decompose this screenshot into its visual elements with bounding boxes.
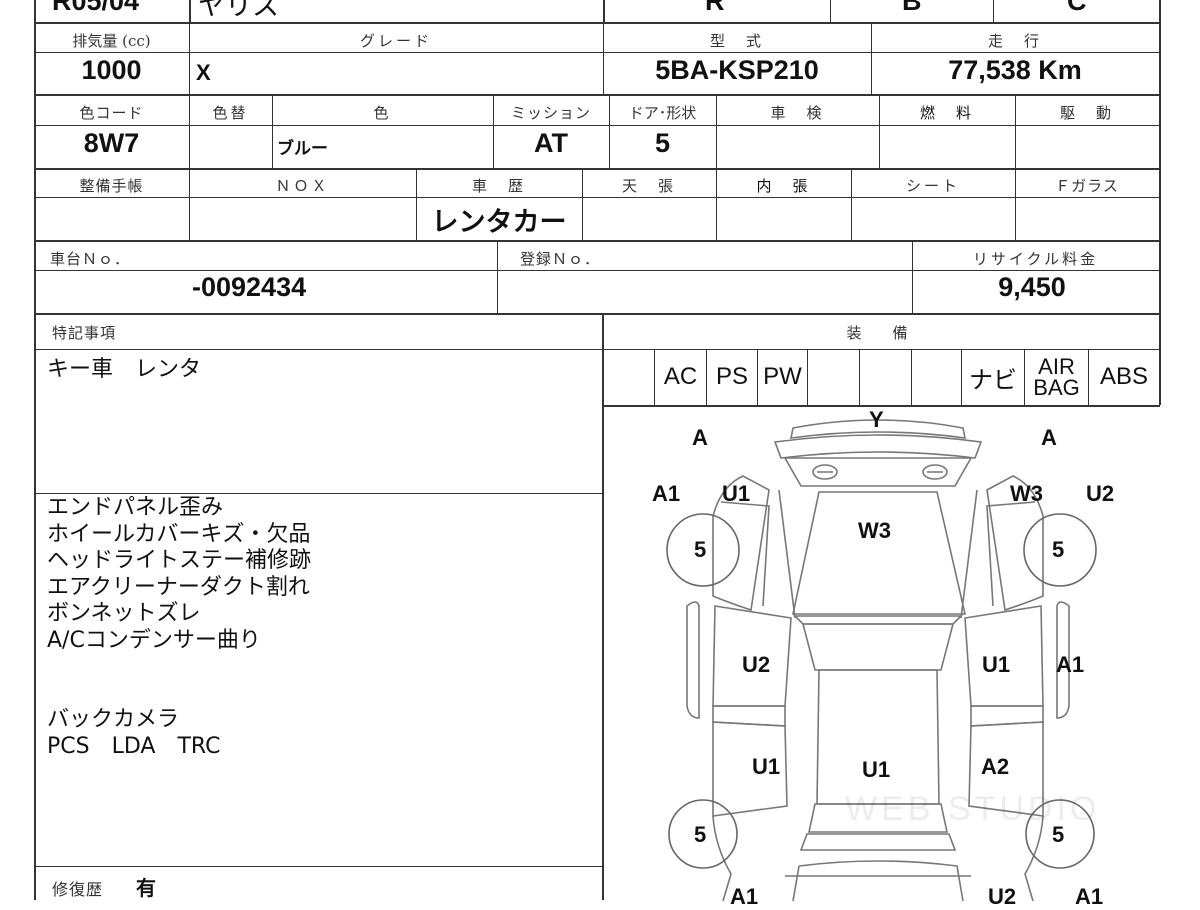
notes-divider	[34, 493, 602, 494]
glass-label: Ｆガラス	[1055, 177, 1119, 195]
damage-mark-hood-w3: W3	[858, 518, 891, 543]
equipment-item-blank-5	[860, 349, 912, 405]
row-divider	[34, 197, 1160, 198]
equipment-label: 装 備	[846, 324, 916, 342]
damage-mark-rear-left-tire: 5	[694, 822, 707, 847]
damage-mark-roof-u1: U1	[862, 757, 891, 782]
grade-c-value: C	[1067, 0, 1087, 16]
drive-label: 駆 動	[1059, 104, 1114, 122]
interior-label: 内 張	[756, 177, 811, 195]
row-divider	[34, 168, 1160, 170]
damage-mark-rear-right-u2: U2	[988, 884, 1017, 909]
damage-mark-left-a1: A1	[652, 481, 681, 506]
equipment-item-abs: ABS	[1099, 363, 1149, 390]
displacement-label: 排気量 (cc)	[72, 32, 151, 50]
recycle-value: 9,450	[998, 272, 1066, 302]
cell-divider	[497, 240, 498, 313]
damage-mark-front-y: Y	[869, 407, 884, 432]
damage-mark-left-front-door-u2: U2	[742, 652, 771, 677]
recycle-label: リサイクル料金	[972, 250, 1099, 268]
model-code-label: 型 式	[709, 32, 764, 50]
equipment-item-air-bag: AIR BAG	[1025, 349, 1089, 405]
grade-r-value: R	[705, 0, 725, 16]
color-code-value: 8W7	[83, 128, 140, 158]
seat-label: シート	[905, 177, 960, 195]
damage-mark-front-right-a: A	[1041, 425, 1057, 450]
color-value: ブルー	[277, 139, 328, 158]
grade-label: グレード	[359, 32, 432, 50]
fuel-label: 燃 料	[919, 104, 974, 122]
damage-mark-right-rear-door-a2: A2	[981, 754, 1010, 779]
model-code-value: 5BA-KSP210	[655, 55, 819, 85]
date-value: R05/04	[52, 0, 140, 16]
equipment-item-ps: PS	[707, 349, 758, 405]
damage-mark-rear-left-a1: A1	[730, 884, 759, 909]
history-value: レンタカー	[431, 207, 567, 237]
row-divider	[34, 125, 1160, 126]
equipment-item-blank-0	[603, 349, 655, 405]
row-divider	[34, 52, 1160, 53]
mission-label: ミッション	[510, 104, 591, 122]
cell-divider	[830, 0, 831, 22]
notes-text-top: キー車 レンタ	[47, 357, 202, 382]
chassis-label: 車台Ｎｏ．	[50, 250, 131, 268]
cell-divider	[189, 0, 191, 22]
history-label: 車 歴	[471, 177, 526, 195]
displacement-value: 1000	[81, 55, 142, 85]
damage-mark-front-left-tire: 5	[694, 537, 707, 562]
chassis-value: -0092434	[192, 272, 307, 302]
notes-label: 特記事項	[52, 324, 117, 342]
damage-mark-rear-right-a1: A1	[1075, 884, 1104, 909]
outer-right-border	[1159, 0, 1161, 405]
color-label: 色	[373, 104, 392, 122]
door-value: 5	[654, 128, 671, 158]
inspection-label: 車 検	[770, 104, 825, 122]
damage-mark-left-u1: U1	[722, 481, 751, 506]
row-divider	[34, 240, 1160, 242]
grade-value: X	[196, 60, 211, 85]
damage-mark-front-left-a: A	[692, 425, 708, 450]
notes-text-detail: エンドパネル歪み ホイールカバーキズ・欠品 ヘッドライトステー補修跡 エアクリー…	[47, 495, 312, 759]
row-divider	[34, 270, 1160, 271]
equipment-item-blank-6	[912, 349, 962, 405]
cell-divider	[993, 0, 994, 22]
damage-mark-right-front-door-u1: U1	[982, 652, 1011, 677]
notes-divider	[34, 866, 602, 867]
mileage-label: 走 行	[987, 32, 1042, 50]
nox-label: ＮＯＸ	[275, 177, 330, 195]
damage-mark-front-right-tire: 5	[1052, 537, 1065, 562]
grade-b-value: B	[902, 0, 922, 16]
repair-value: 有	[136, 878, 156, 900]
equipment-item-ナビ: ナビ	[962, 349, 1025, 405]
cell-divider	[603, 0, 605, 22]
repair-label: 修復歴	[52, 880, 104, 899]
row-divider	[34, 313, 1160, 315]
maintenance-label: 整備手帳	[79, 177, 144, 195]
model-name-value: ヤリス	[198, 0, 279, 21]
damage-mark-right-w3: W3	[1010, 481, 1043, 506]
equipment-item-ac: AC	[655, 349, 707, 405]
mileage-value: 77,538 Km	[948, 55, 1082, 85]
damage-mark-left-rear-door-u1: U1	[752, 754, 781, 779]
equipment-item-blank-4	[808, 349, 860, 405]
ceiling-label: 天 張	[621, 177, 676, 195]
row-divider	[34, 94, 1160, 96]
color-code-label: 色コード	[79, 104, 144, 122]
registration-label: 登録Ｎｏ．	[520, 250, 601, 268]
mission-value: AT	[534, 128, 568, 158]
color-change-label: 色替	[212, 104, 249, 122]
equipment-item-pw: PW	[758, 349, 808, 405]
watermark-text: WEB STUDIO	[845, 790, 1101, 828]
door-label: ドア･形状	[628, 104, 697, 122]
damage-mark-right-front-door-a1: A1	[1056, 652, 1085, 677]
damage-mark-right-u2: U2	[1086, 481, 1115, 506]
